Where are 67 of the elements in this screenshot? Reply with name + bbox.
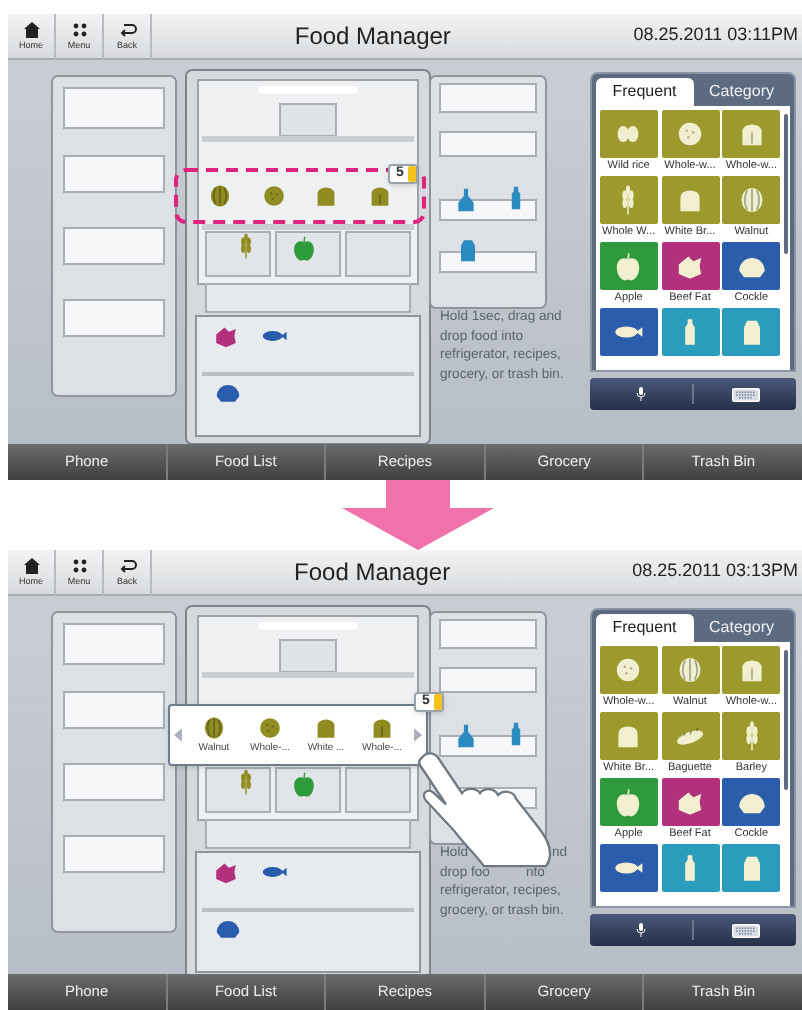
food-tile[interactable] [599, 308, 658, 356]
food-tile[interactable] [599, 110, 658, 158]
roll-icon [674, 118, 706, 150]
down-arrow-icon [341, 480, 493, 550]
panel-tab[interactable]: Category [693, 78, 790, 106]
microphone-icon [636, 386, 646, 402]
food-tile[interactable] [722, 242, 781, 290]
food-tile[interactable] [661, 712, 719, 760]
scrollbar[interactable] [784, 650, 788, 790]
roll-icon [612, 654, 645, 686]
food-tile[interactable] [599, 712, 658, 760]
microphone-icon [636, 922, 646, 938]
food-tile[interactable] [722, 844, 781, 892]
menu-icon [69, 20, 89, 40]
bread-icon [312, 714, 340, 742]
meat-icon [212, 858, 240, 886]
apple-icon [290, 234, 318, 262]
left-arrow-icon[interactable] [174, 728, 182, 742]
walnut-icon [674, 654, 706, 686]
back-icon [117, 20, 137, 40]
home-icon [21, 20, 41, 40]
panel-tab[interactable]: Frequent [596, 614, 693, 642]
food-tile[interactable] [599, 844, 658, 892]
food-tile[interactable] [722, 646, 781, 694]
apple-icon [612, 786, 645, 818]
date-time: 08.25.2011 03:13PM [632, 558, 798, 585]
walnut-icon [200, 714, 228, 742]
food-tile[interactable] [661, 778, 719, 826]
apple-icon [290, 770, 318, 798]
keyboard-icon [729, 387, 761, 401]
food-tile[interactable] [661, 242, 719, 290]
window-title: Food Manager [292, 20, 453, 54]
bread-icon [368, 714, 396, 742]
food-tile[interactable] [599, 176, 658, 224]
food-tile[interactable] [661, 844, 719, 892]
food-tile[interactable] [599, 646, 658, 694]
food-tile[interactable] [599, 778, 658, 826]
home-icon [21, 556, 41, 576]
meat-icon [674, 786, 706, 818]
back-icon [117, 556, 137, 576]
food-tile[interactable] [661, 308, 719, 356]
right-arrow-icon[interactable] [414, 728, 422, 742]
walnut-icon [206, 182, 235, 210]
roll-icon [256, 714, 284, 742]
scrollbar[interactable] [784, 114, 788, 254]
bread-icon [674, 184, 706, 216]
food-tile[interactable] [722, 110, 781, 158]
menu-icon [69, 556, 89, 576]
food-tile[interactable] [722, 712, 781, 760]
date-time: 08.25.2011 03:11PM [633, 22, 798, 49]
keyboard-icon [729, 923, 761, 937]
roll-icon [259, 182, 288, 210]
window-title: Food Manager [292, 556, 453, 590]
food-tile[interactable] [661, 176, 719, 224]
panel-tab[interactable]: Frequent [596, 78, 693, 106]
food-tile[interactable] [661, 646, 719, 694]
bottle-icon [452, 186, 480, 214]
food-tile[interactable] [722, 308, 781, 356]
food-tile[interactable] [722, 778, 781, 826]
apple-icon [612, 250, 645, 282]
panel-tab[interactable]: Category [693, 614, 790, 642]
bottle-icon [452, 722, 480, 750]
food-tile[interactable] [722, 176, 781, 224]
food-tile[interactable] [599, 242, 658, 290]
meat-icon [212, 322, 240, 350]
food-tile[interactable] [661, 110, 719, 158]
meat-icon [674, 250, 706, 282]
